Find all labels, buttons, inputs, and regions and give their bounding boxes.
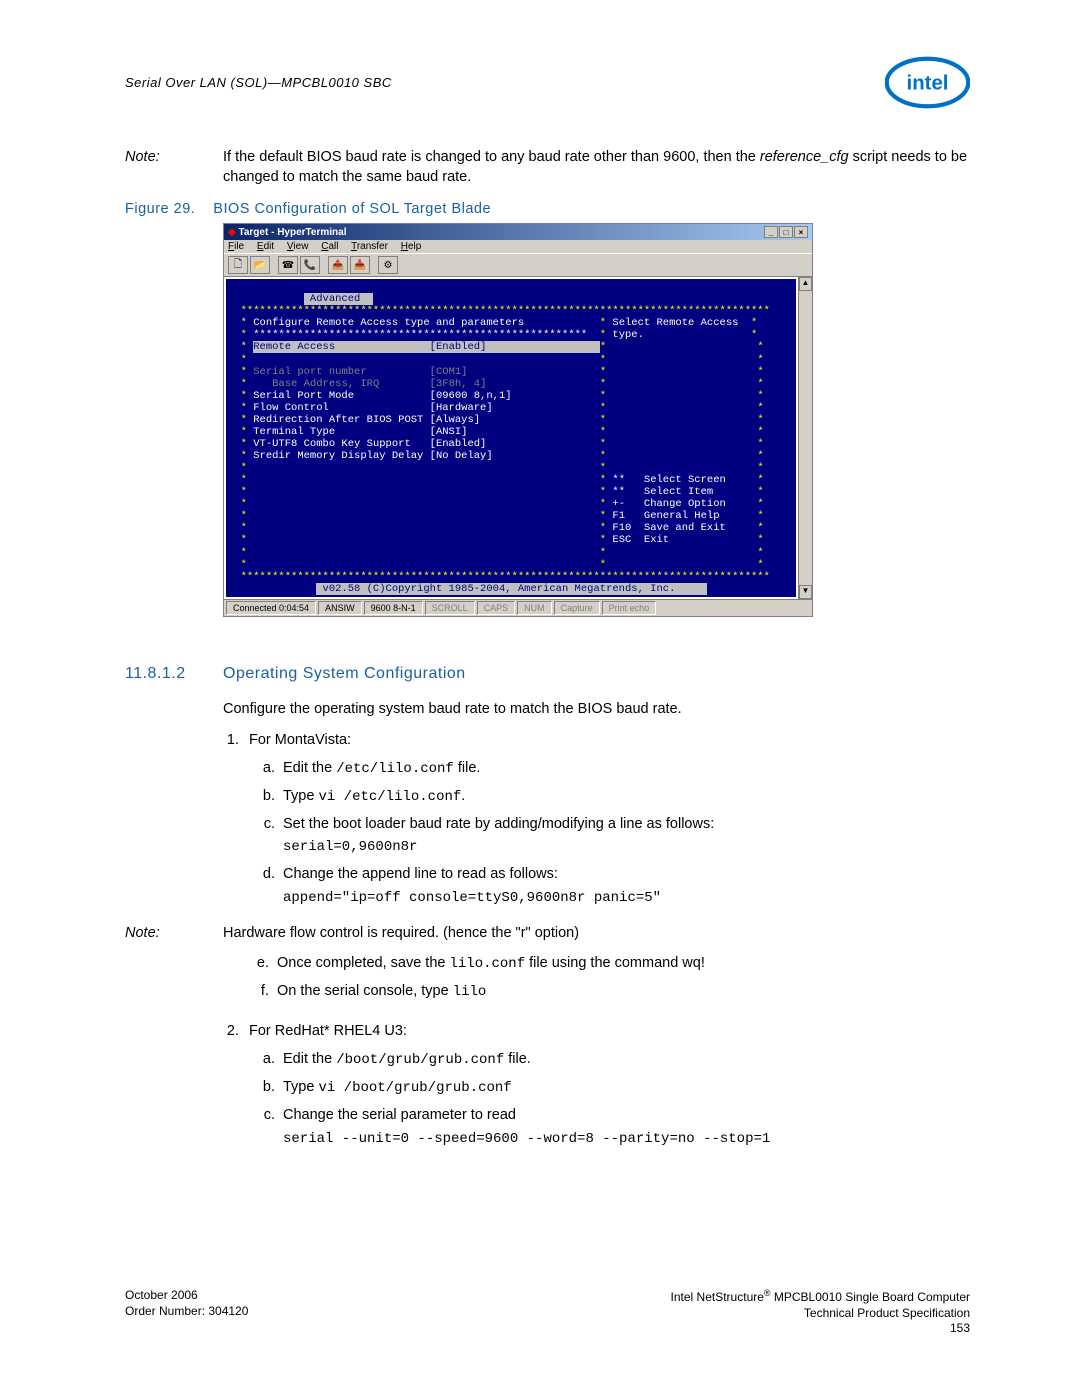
receive-icon[interactable]: 📥 (350, 256, 370, 274)
list-item: Type vi /boot/grub/grub.conf (279, 1077, 970, 1099)
titlebar: ◆ Target - HyperTerminal _ □ × (224, 224, 812, 240)
list-item: Once completed, save the lilo.conf file … (273, 953, 970, 975)
properties-icon[interactable]: ⚙ (378, 256, 398, 274)
intel-logo: intel (885, 55, 970, 110)
note-text: Hardware flow control is required. (henc… (223, 923, 579, 943)
window-controls: _ □ × (764, 226, 808, 238)
bios-screen: Advanced *******************************… (226, 279, 796, 597)
minimize-button[interactable]: _ (764, 226, 778, 238)
close-button[interactable]: × (794, 226, 808, 238)
sub-list-continued: Once completed, save the lilo.conf file … (273, 953, 970, 1003)
status-settings: 9600 8-N-1 (364, 601, 423, 615)
open-icon[interactable]: 📂 (250, 256, 270, 274)
note-text: If the default BIOS baud rate is changed… (223, 148, 970, 187)
intro-text: Configure the operating system baud rate… (223, 699, 970, 720)
list-item: Change the serial parameter to readseria… (279, 1105, 970, 1150)
footer-left: October 2006 Order Number: 304120 (125, 1288, 248, 1337)
note-label: Note: (125, 923, 223, 943)
call-icon[interactable]: ☎ (278, 256, 298, 274)
menubar: File Edit View Call Transfer Help (224, 240, 812, 253)
list-item: For MontaVista: Edit the /etc/lilo.conf … (243, 730, 970, 909)
main-list: For MontaVista: Edit the /etc/lilo.conf … (243, 730, 970, 909)
menu-call[interactable]: Call (321, 241, 338, 252)
maximize-button[interactable]: □ (779, 226, 793, 238)
sub-list: Edit the /etc/lilo.conf file. Type vi /e… (279, 758, 970, 910)
page-footer: October 2006 Order Number: 304120 Intel … (125, 1288, 970, 1337)
sub-list: Edit the /boot/grub/grub.conf file. Type… (279, 1049, 970, 1150)
menu-help[interactable]: Help (401, 241, 422, 252)
figure-caption: Figure 29.BIOS Configuration of SOL Targ… (125, 201, 970, 217)
status-num: NUM (517, 601, 552, 615)
menu-view[interactable]: View (287, 241, 309, 252)
statusbar: Connected 0:04:54 ANSIW 9600 8-N-1 SCROL… (224, 599, 812, 616)
list-item: On the serial console, type lilo (273, 981, 970, 1003)
status-caps: CAPS (477, 601, 516, 615)
toolbar: 🗋 📂 ☎ 📞 📤 📥 ⚙ (224, 253, 812, 277)
svg-text:intel: intel (907, 72, 949, 94)
list-item: Edit the /etc/lilo.conf file. (279, 758, 970, 780)
send-icon[interactable]: 📤 (328, 256, 348, 274)
page-header: Serial Over LAN (SOL)—MPCBL0010 SBC (125, 75, 970, 90)
terminal-container: ▲ ▼ Advanced ***************************… (224, 277, 812, 599)
scroll-up-icon[interactable]: ▲ (799, 277, 812, 291)
list-item: Edit the /boot/grub/grub.conf file. (279, 1049, 970, 1071)
status-emulation: ANSIW (318, 601, 362, 615)
new-icon[interactable]: 🗋 (228, 256, 248, 274)
hyperterminal-window: ◆ Target - HyperTerminal _ □ × File Edit… (223, 223, 813, 617)
hangup-icon[interactable]: 📞 (300, 256, 320, 274)
section-heading: 11.8.1.2 Operating System Configuration (125, 665, 970, 683)
scrollbar[interactable]: ▲ ▼ (798, 277, 812, 599)
status-capture: Capture (554, 601, 600, 615)
note-block: Note: Hardware flow control is required.… (125, 923, 970, 943)
footer-right: Intel NetStructure® MPCBL0010 Single Boa… (671, 1288, 970, 1337)
scroll-down-icon[interactable]: ▼ (799, 585, 812, 599)
note-label: Note: (125, 148, 223, 187)
menu-file[interactable]: File (228, 241, 244, 252)
menu-transfer[interactable]: Transfer (351, 241, 388, 252)
list-item: Change the append line to read as follow… (279, 864, 970, 909)
main-list-continued: For RedHat* RHEL4 U3: Edit the /boot/gru… (243, 1021, 970, 1150)
list-item: For RedHat* RHEL4 U3: Edit the /boot/gru… (243, 1021, 970, 1150)
status-printecho: Print echo (602, 601, 657, 615)
status-scroll: SCROLL (425, 601, 475, 615)
list-item: Type vi /etc/lilo.conf. (279, 786, 970, 808)
note-block: Note: If the default BIOS baud rate is c… (125, 148, 970, 187)
menu-edit[interactable]: Edit (257, 241, 274, 252)
list-item: Set the boot loader baud rate by adding/… (279, 814, 970, 859)
status-connected: Connected 0:04:54 (226, 601, 316, 615)
